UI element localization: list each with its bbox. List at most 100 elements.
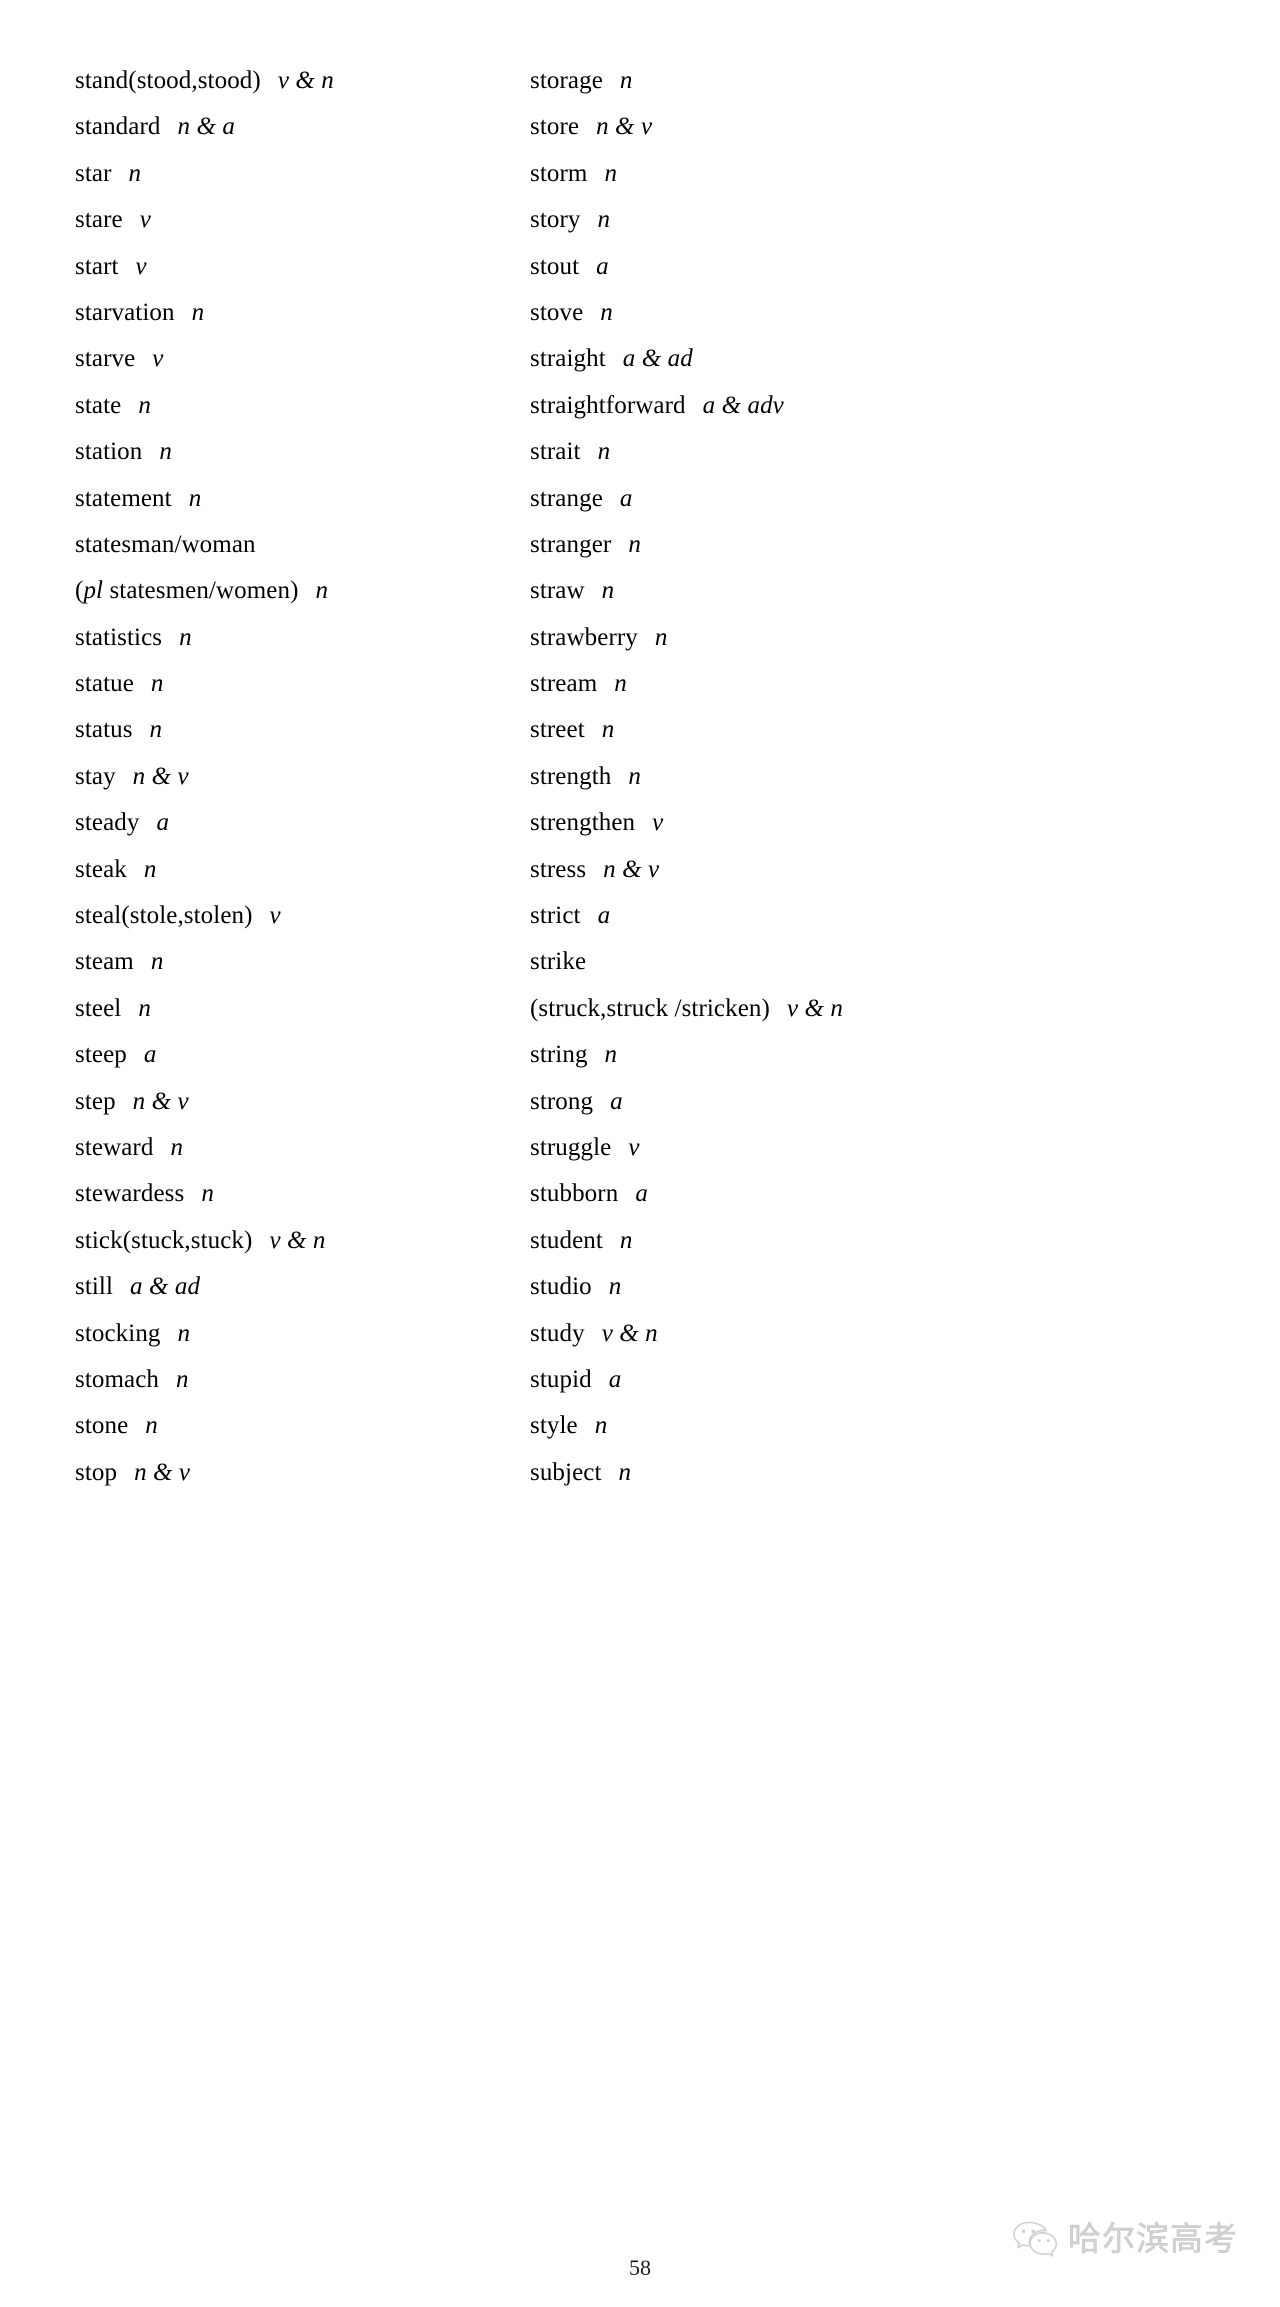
entry-word: statement — [75, 484, 172, 512]
entry-word: style — [530, 1412, 578, 1440]
entry-part-of-speech: n — [608, 1273, 622, 1301]
entry-word: statesman/woman — [75, 530, 256, 558]
entry-part-of-speech: n — [601, 577, 615, 605]
dictionary-entry: strong a — [530, 1079, 1280, 1125]
dictionary-entry: steward n — [75, 1125, 530, 1171]
entry-word: student — [530, 1226, 603, 1254]
entry-part-of-speech: v — [139, 206, 151, 234]
entry-word: star — [75, 159, 112, 187]
entry-part-of-speech: n — [600, 298, 613, 326]
entry-word: study — [530, 1319, 585, 1347]
dictionary-entry: standard n & a — [75, 104, 530, 150]
entry-part-of-speech: a — [156, 809, 170, 837]
dictionary-entry: stupid a — [530, 1357, 1280, 1403]
entry-part-of-speech: n — [145, 1412, 158, 1440]
entry-word: steady — [75, 809, 140, 837]
entry-word: stay — [75, 762, 116, 790]
entry-word: straightforward — [530, 391, 686, 419]
dictionary-entry: strait n — [530, 429, 1280, 475]
entry-part-of-speech: n — [315, 577, 329, 605]
entry-word: steam — [75, 948, 134, 976]
dictionary-entry: steak n — [75, 847, 530, 893]
dictionary-entry: stewardess n — [75, 1171, 530, 1217]
entry-word: struggle — [530, 1133, 612, 1161]
dictionary-entry: starve v — [75, 336, 530, 382]
entry-word: status — [75, 716, 133, 744]
entry-word: start — [75, 252, 119, 280]
entry-part-of-speech: n — [618, 1458, 632, 1486]
entry-word: (pl statesmen/women) — [75, 577, 299, 605]
entry-word: stick(stuck,stuck) — [75, 1226, 253, 1254]
entry-word: strength — [530, 762, 612, 790]
entry-word: stubborn — [530, 1180, 619, 1208]
dictionary-page: stand(stood,stood) v & n standard n & a star… — [0, 0, 1280, 2307]
entry-word-italic-part: pl — [83, 577, 104, 605]
entry-part-of-speech: n — [614, 670, 627, 698]
entry-word: standard — [75, 113, 161, 141]
entry-part-of-speech: n & v — [132, 762, 189, 790]
entry-word: steak — [75, 855, 127, 883]
entry-part-of-speech: n — [128, 159, 142, 187]
dictionary-entry: straight a & ad — [530, 336, 1280, 382]
entry-part-of-speech: v — [269, 902, 281, 930]
dictionary-entry: storage n — [530, 58, 1280, 104]
entry-word: stomach — [75, 1365, 160, 1393]
entry-word: still — [75, 1273, 114, 1301]
dictionary-entry: steady a — [75, 800, 530, 846]
entry-part-of-speech: n — [597, 438, 611, 466]
entry-word: story — [530, 206, 581, 234]
dictionary-entry: stove n — [530, 290, 1280, 336]
dictionary-entry: subject n — [530, 1450, 1280, 1496]
entry-part-of-speech: n — [601, 716, 615, 744]
entry-word: steward — [75, 1133, 154, 1161]
entry-word: strong — [530, 1087, 594, 1115]
entry-word: (struck,struck /stricken) — [530, 994, 770, 1022]
entry-part-of-speech: v & n — [277, 67, 334, 94]
dictionary-entry: steel n — [75, 986, 530, 1032]
entry-word: steel — [75, 994, 122, 1022]
dictionary-entry: straightforward a & adv — [530, 383, 1280, 429]
dictionary-entry: stubborn a — [530, 1171, 1280, 1217]
entry-part-of-speech: a — [635, 1180, 648, 1208]
dictionary-entry: statue n — [75, 661, 530, 707]
dictionary-entry: (struck,struck /stricken) v & n — [530, 986, 1280, 1032]
entry-part-of-speech: a — [619, 484, 633, 512]
entry-word-plain-part: statesmen/women) — [103, 577, 299, 605]
entry-part-of-speech: v & n — [786, 994, 843, 1022]
entry-word: straw — [530, 577, 585, 605]
entry-word: stout — [530, 252, 580, 280]
entry-part-of-speech: n & v — [134, 1458, 191, 1486]
dictionary-entry: station n — [75, 429, 530, 475]
entry-part-of-speech: n — [138, 994, 151, 1022]
entry-word: station — [75, 438, 143, 466]
dictionary-entry: street n — [530, 707, 1280, 753]
entry-word: stress — [530, 855, 587, 883]
dictionary-entry: strange a — [530, 476, 1280, 522]
dictionary-entry: steam n — [75, 939, 530, 985]
dictionary-entry: strawberry n — [530, 615, 1280, 661]
dictionary-entry: stout a — [530, 244, 1280, 290]
wechat-icon — [1012, 2218, 1060, 2258]
entry-part-of-speech: n & a — [177, 113, 235, 141]
dictionary-entry: still a & ad — [75, 1264, 530, 1310]
entry-part-of-speech: a & adv — [702, 391, 784, 419]
entry-part-of-speech: v — [152, 345, 164, 373]
dictionary-entry: stay n & v — [75, 754, 530, 800]
entry-word: subject — [530, 1458, 602, 1486]
entry-word: stare — [75, 206, 123, 234]
dictionary-entry: strengthen v — [530, 800, 1280, 846]
entry-part-of-speech: a — [597, 902, 611, 930]
entry-part-of-speech: n — [149, 716, 163, 744]
entry-part-of-speech: v — [652, 809, 664, 837]
entry-word: storage — [530, 67, 603, 94]
entry-part-of-speech: n & v — [132, 1087, 189, 1115]
entry-word: starve — [75, 345, 136, 373]
entry-word: starvation — [75, 298, 175, 326]
entry-word: store — [530, 113, 580, 141]
entry-part-of-speech: n — [628, 530, 641, 558]
dictionary-entry: string n — [530, 1032, 1280, 1078]
entry-part-of-speech: a & ad — [130, 1273, 201, 1301]
entry-part-of-speech: a — [143, 1041, 157, 1069]
dictionary-entry: stranger n — [530, 522, 1280, 568]
entry-part-of-speech: n — [143, 855, 157, 883]
